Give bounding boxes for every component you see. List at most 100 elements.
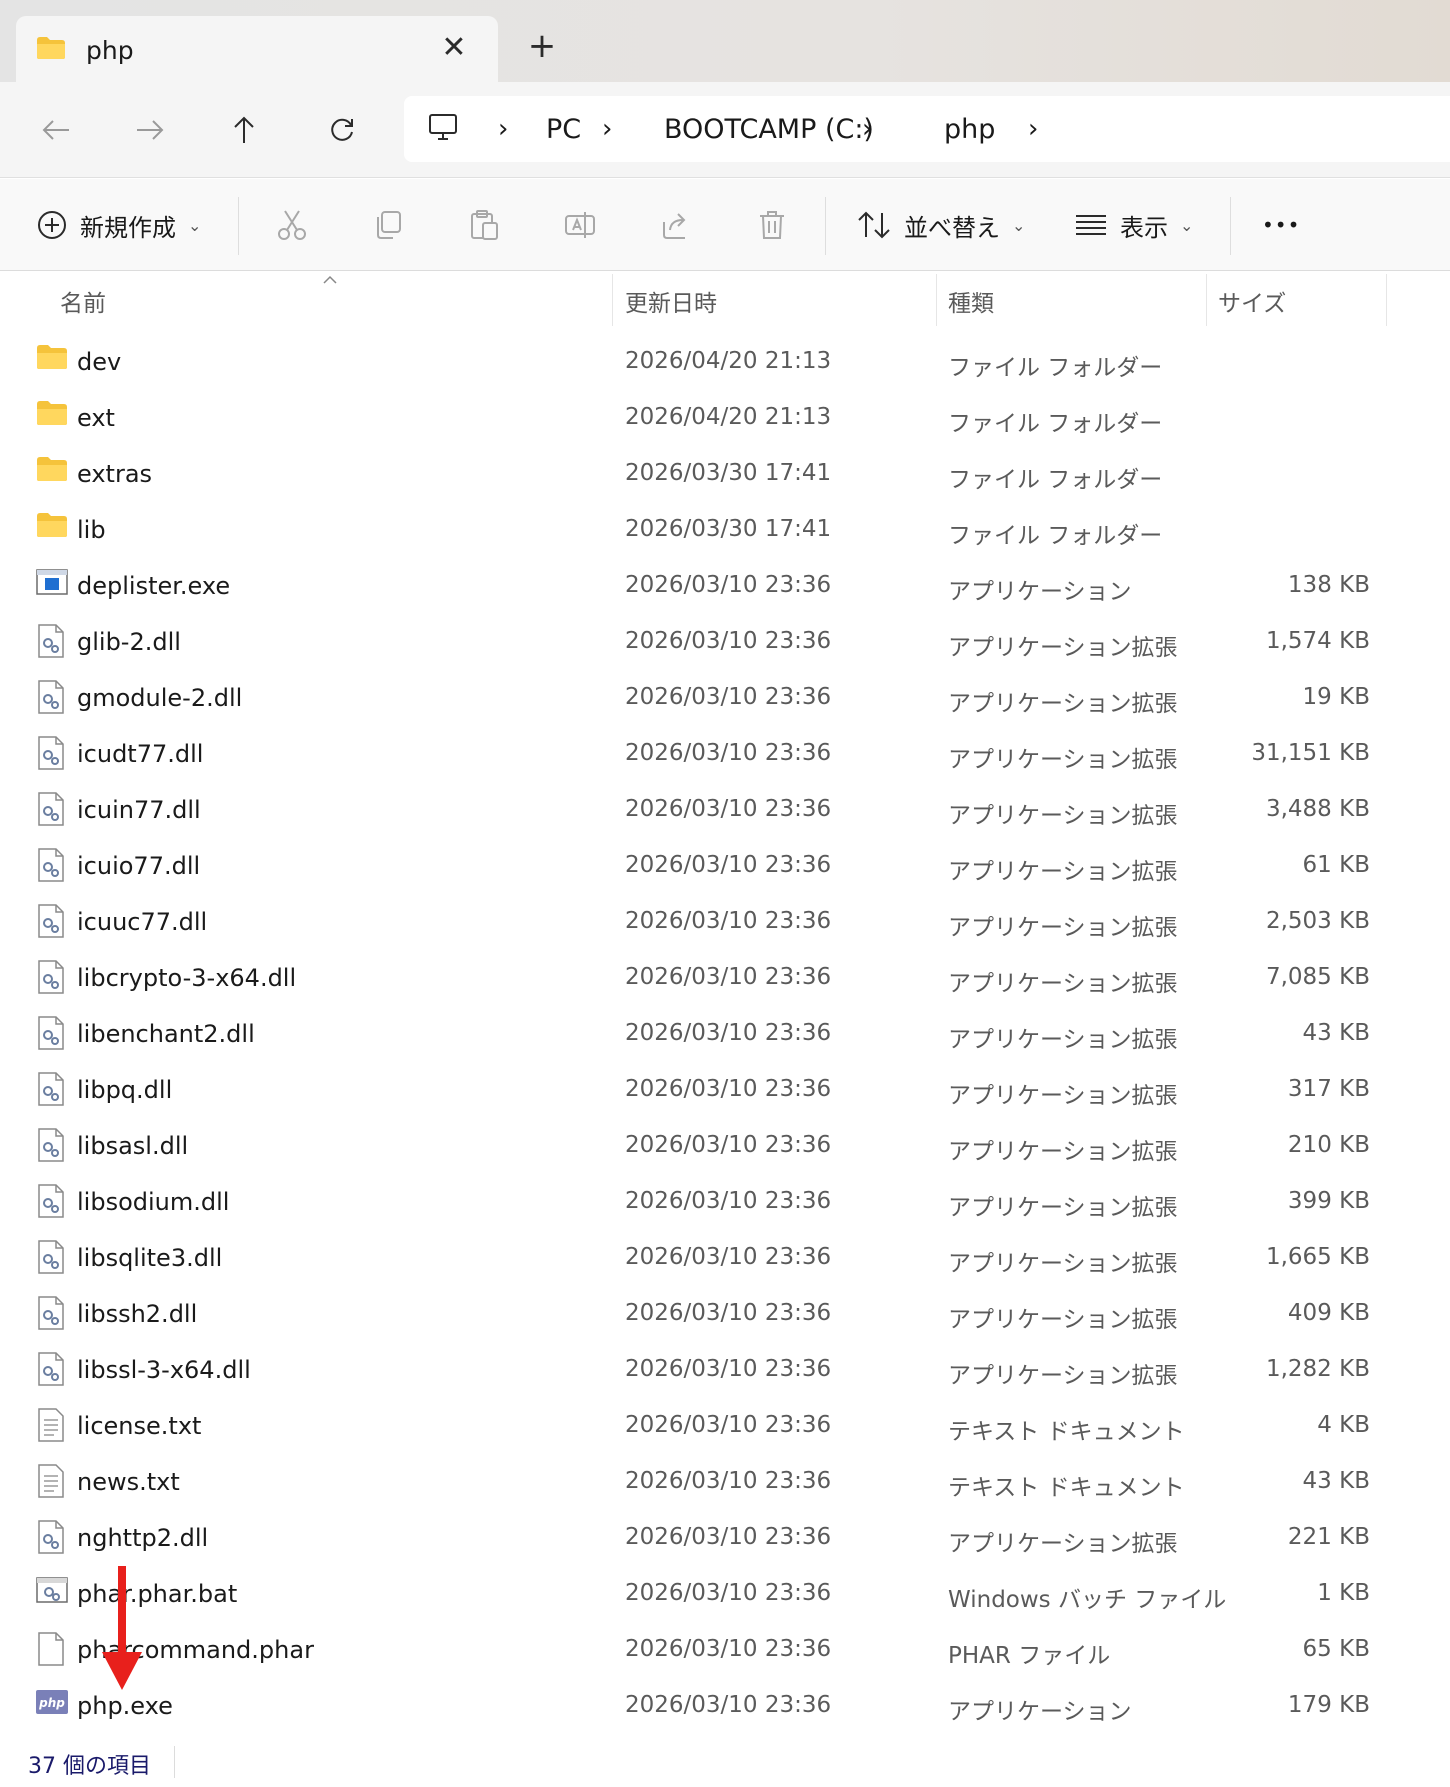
address-bar[interactable]: › PC › BOOTCAMP (C:) › php › [404, 96, 1450, 162]
list-item[interactable]: nghttp2.dll 2026/03/10 23:36 アプリケーション拡張 221… [0, 1510, 1420, 1566]
list-item[interactable]: php php.exe 2026/03/10 23:36 アプリケーション 179 KB [0, 1678, 1420, 1734]
list-item[interactable]: gmodule-2.dll 2026/03/10 23:36 アプリケーション拡張 1… [0, 670, 1420, 726]
file-date: 2026/03/10 23:36 [625, 1300, 832, 1326]
arrow-right-icon [137, 120, 164, 140]
file-type: アプリケーション拡張 [948, 971, 1178, 997]
list-item[interactable]: libcrypto-3-x64.dll 2026/03/10 23:36 アプリケー… [0, 950, 1420, 1006]
column-divider[interactable] [612, 274, 613, 326]
breadcrumb-drive[interactable]: BOOTCAMP (C:) [664, 114, 874, 145]
list-item[interactable]: libssh2.dll 2026/03/10 23:36 アプリケーション拡張 409… [0, 1286, 1420, 1342]
sort-icon [858, 211, 890, 239]
copy-button[interactable] [364, 201, 412, 249]
tab-title: php [86, 36, 134, 65]
rename-button[interactable] [556, 201, 604, 249]
view-button[interactable]: 表示 ⌄ [1074, 201, 1193, 249]
list-item[interactable]: icuio77.dll 2026/03/10 23:36 アプリケーション拡張 61 … [0, 838, 1420, 894]
list-item[interactable]: icuuc77.dll 2026/03/10 23:36 アプリケーション拡張 2,5… [0, 894, 1420, 950]
list-item[interactable]: libsodium.dll 2026/03/10 23:36 アプリケーション拡張 3… [0, 1174, 1420, 1230]
arrow-up-icon [234, 116, 254, 143]
file-date: 2026/03/10 23:36 [625, 1468, 832, 1494]
file-type: アプリケーション拡張 [948, 1195, 1178, 1221]
file-date: 2026/03/10 23:36 [625, 572, 832, 598]
list-item[interactable]: dev 2026/04/20 21:13 ファイル フォルダー [0, 334, 1420, 390]
file-name: php.exe [77, 1692, 173, 1720]
sort-button[interactable]: 並べ替え ⌄ [856, 201, 1025, 249]
file-type: アプリケーション拡張 [948, 691, 1178, 717]
breadcrumb-separator[interactable]: › [862, 114, 872, 144]
text-file-icon [36, 1408, 68, 1442]
list-item[interactable]: ext 2026/04/20 21:13 ファイル フォルダー [0, 390, 1420, 446]
divider [825, 197, 826, 255]
column-divider[interactable] [936, 274, 937, 326]
delete-button[interactable] [748, 201, 796, 249]
share-button[interactable] [652, 201, 700, 249]
file-date: 2026/03/10 23:36 [625, 1412, 832, 1438]
file-date: 2026/03/10 23:36 [625, 1580, 832, 1606]
file-name: libpq.dll [77, 1076, 173, 1104]
dll-icon [36, 1240, 68, 1274]
file-size: 1,665 KB [1265, 1244, 1370, 1270]
chevron-down-icon: ⌄ [1180, 215, 1194, 235]
cut-button[interactable] [268, 201, 316, 249]
item-count: 37 個の項目 [28, 1754, 151, 1779]
list-item[interactable]: icuin77.dll 2026/03/10 23:36 アプリケーション拡張 3,4… [0, 782, 1420, 838]
dll-icon [36, 1296, 68, 1330]
list-item[interactable]: libenchant2.dll 2026/03/10 23:36 アプリケーション拡… [0, 1006, 1420, 1062]
column-divider[interactable] [1206, 274, 1207, 326]
back-button[interactable] [34, 108, 78, 152]
up-button[interactable] [222, 108, 266, 152]
rename-icon [565, 212, 595, 238]
blank-file-icon [36, 1632, 68, 1666]
file-date: 2026/03/10 23:36 [625, 1132, 832, 1158]
list-item[interactable]: pharcommand.phar 2026/03/10 23:36 PHAR ファイ… [0, 1622, 1420, 1678]
file-name: dev [77, 348, 122, 376]
file-name: nghttp2.dll [77, 1524, 209, 1552]
list-item[interactable]: lib 2026/03/30 17:41 ファイル フォルダー [0, 502, 1420, 558]
divider [174, 1746, 175, 1778]
paste-button[interactable] [460, 201, 508, 249]
refresh-button[interactable] [320, 108, 364, 152]
file-type: テキスト ドキュメント [948, 1475, 1185, 1501]
column-divider[interactable] [1386, 274, 1387, 326]
text-file-icon [36, 1464, 68, 1498]
list-item[interactable]: deplister.exe 2026/03/10 23:36 アプリケーション 138… [0, 558, 1420, 614]
more-options-button[interactable]: ••• [1262, 201, 1300, 249]
column-header-size[interactable]: サイズ [1218, 284, 1286, 318]
list-item[interactable]: libsasl.dll 2026/03/10 23:36 アプリケーション拡張 210… [0, 1118, 1420, 1174]
file-size: 4 KB [1317, 1412, 1370, 1438]
breadcrumb-php[interactable]: php [944, 114, 995, 145]
file-name: libenchant2.dll [77, 1020, 255, 1048]
list-item[interactable]: libsqlite3.dll 2026/03/10 23:36 アプリケーション拡張… [0, 1230, 1420, 1286]
list-item[interactable]: news.txt 2026/03/10 23:36 テキスト ドキュメント 43 KB [0, 1454, 1420, 1510]
breadcrumb-separator[interactable]: › [602, 114, 612, 144]
list-item[interactable]: phar.phar.bat 2026/03/10 23:36 Windows バッチ… [0, 1566, 1420, 1622]
file-name: news.txt [77, 1468, 180, 1496]
php-icon: php [36, 1688, 68, 1722]
file-date: 2026/03/10 23:36 [625, 852, 832, 878]
tab-php[interactable]: php ✕ [16, 16, 498, 82]
file-type: ファイル フォルダー [948, 355, 1163, 381]
breadcrumb-separator[interactable]: › [1028, 114, 1038, 144]
column-header-type[interactable]: 種類 [948, 284, 994, 318]
new-button[interactable]: 新規作成 ⌄ [36, 201, 201, 249]
file-type: アプリケーション拡張 [948, 1363, 1178, 1389]
list-item[interactable]: libssl-3-x64.dll 2026/03/10 23:36 アプリケーション… [0, 1342, 1420, 1398]
list-item[interactable]: glib-2.dll 2026/03/10 23:36 アプリケーション拡張 1,57… [0, 614, 1420, 670]
list-item[interactable]: libpq.dll 2026/03/10 23:36 アプリケーション拡張 317 K… [0, 1062, 1420, 1118]
divider [1230, 197, 1231, 255]
exe-icon [36, 568, 68, 602]
list-item[interactable]: extras 2026/03/30 17:41 ファイル フォルダー [0, 446, 1420, 502]
svg-text:php: php [38, 1696, 65, 1710]
breadcrumb-separator[interactable]: › [498, 114, 508, 144]
file-size: 1,574 KB [1265, 628, 1370, 654]
forward-button[interactable] [128, 108, 172, 152]
new-tab-button[interactable]: + [524, 28, 560, 64]
list-item[interactable]: license.txt 2026/03/10 23:36 テキスト ドキュメント 4 … [0, 1398, 1420, 1454]
list-item[interactable]: icudt77.dll 2026/03/10 23:36 アプリケーション拡張 31,… [0, 726, 1420, 782]
breadcrumb-pc[interactable]: PC [546, 114, 581, 145]
column-header-name[interactable]: 名前 [60, 284, 106, 318]
close-tab-button[interactable]: ✕ [436, 30, 472, 66]
column-header-date[interactable]: 更新日時 [625, 284, 717, 318]
file-type: Windows バッチ ファイル [948, 1587, 1227, 1613]
file-name: icuin77.dll [77, 796, 201, 824]
